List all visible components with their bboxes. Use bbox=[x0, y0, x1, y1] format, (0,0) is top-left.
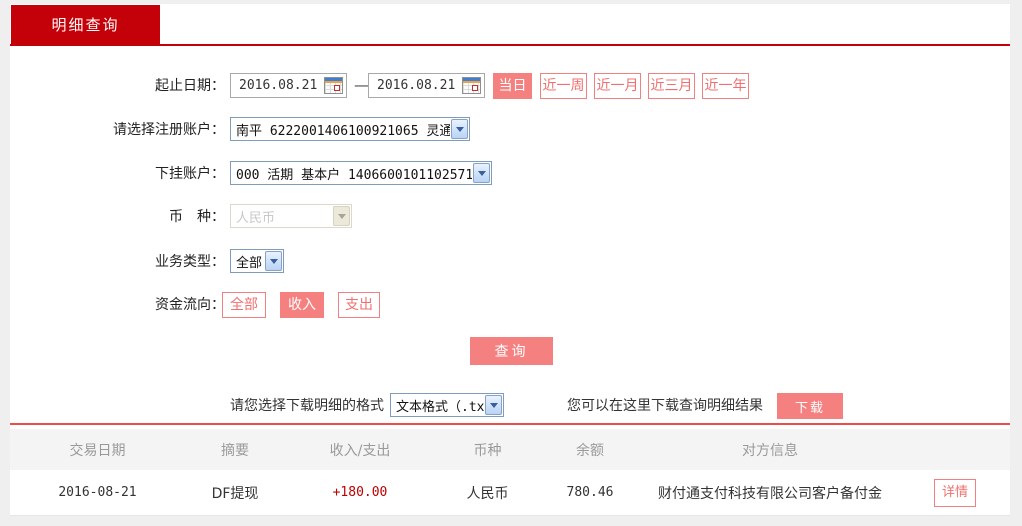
table-row: 2016-08-21 DF提现 +180.00 人民币 780.46 财付通支付… bbox=[10, 470, 1010, 516]
range-button-last-year[interactable]: 近一年 bbox=[702, 73, 749, 99]
cell-currency: 人民币 bbox=[435, 483, 540, 503]
download-button[interactable]: 下载 bbox=[777, 393, 843, 419]
currency-value: 人民币 bbox=[231, 207, 332, 226]
date-range-label: 起止日期： bbox=[10, 73, 225, 99]
chevron-down-icon bbox=[265, 251, 282, 271]
business-type-label: 业务类型： bbox=[10, 249, 225, 275]
sub-account-value: 000 活期 基本户 1406600101102571848 bbox=[231, 164, 472, 183]
currency-select: 人民币 bbox=[230, 204, 352, 228]
cell-summary: DF提现 bbox=[185, 483, 285, 503]
date-to-field[interactable] bbox=[368, 73, 485, 98]
date-separator: — bbox=[354, 73, 369, 99]
download-format-value: 文本格式（.txt） bbox=[391, 396, 484, 415]
download-format-label: 请您选择下载明细的格式 bbox=[10, 393, 384, 419]
header-income-expense: 收入/支出 bbox=[285, 440, 435, 460]
calendar-icon[interactable] bbox=[324, 77, 343, 94]
cell-amount: +180.00 bbox=[285, 485, 435, 500]
business-type-value: 全部 bbox=[231, 252, 264, 271]
cell-balance: 780.46 bbox=[540, 485, 640, 500]
table-header: 交易日期 摘要 收入/支出 币种 余额 对方信息 bbox=[10, 429, 1010, 470]
chevron-down-icon bbox=[485, 395, 502, 415]
detail-query-panel: 明细查询 起止日期： — 当日 近一周 近一月 近三月 近一年 请选择注册账户：… bbox=[10, 4, 1010, 516]
range-button-last-week[interactable]: 近一周 bbox=[540, 73, 587, 99]
date-to-input[interactable] bbox=[377, 75, 455, 96]
query-button[interactable]: 查询 bbox=[470, 337, 553, 365]
calendar-icon[interactable] bbox=[462, 77, 481, 94]
date-from-field[interactable] bbox=[230, 73, 347, 98]
fund-flow-label: 资金流向： bbox=[10, 292, 225, 318]
range-button-3-months[interactable]: 近三月 bbox=[648, 73, 695, 99]
download-format-select[interactable]: 文本格式（.txt） bbox=[390, 393, 504, 417]
sub-account-select[interactable]: 000 活期 基本户 1406600101102571848 bbox=[230, 161, 492, 185]
header-balance: 余额 bbox=[540, 440, 640, 460]
registered-account-select[interactable]: 南平 6222001406100921065 灵通卡 bbox=[230, 117, 470, 141]
header-summary: 摘要 bbox=[185, 440, 285, 460]
detail-button[interactable]: 详情 bbox=[934, 479, 976, 507]
header-currency: 币种 bbox=[435, 440, 540, 460]
cell-trade-date: 2016-08-21 bbox=[10, 485, 185, 500]
cell-counterparty: 财付通支付科技有限公司客户备付金 bbox=[640, 483, 900, 503]
tab-underline bbox=[10, 44, 1010, 46]
range-button-last-month[interactable]: 近一月 bbox=[594, 73, 641, 99]
business-type-select[interactable]: 全部 bbox=[230, 249, 284, 273]
flow-button-income[interactable]: 收入 bbox=[280, 292, 324, 318]
chevron-down-icon bbox=[333, 206, 350, 226]
flow-button-all[interactable]: 全部 bbox=[222, 292, 266, 318]
range-button-today[interactable]: 当日 bbox=[493, 73, 532, 99]
table-top-line bbox=[10, 423, 1010, 425]
tab-detail-query[interactable]: 明细查询 bbox=[11, 5, 160, 44]
flow-button-expense[interactable]: 支出 bbox=[338, 292, 380, 318]
chevron-down-icon bbox=[473, 163, 490, 183]
currency-label: 币 种： bbox=[10, 204, 225, 230]
chevron-down-icon bbox=[451, 119, 468, 139]
registered-account-value: 南平 6222001406100921065 灵通卡 bbox=[231, 120, 450, 139]
header-trade-date: 交易日期 bbox=[10, 440, 185, 460]
date-from-input[interactable] bbox=[239, 75, 317, 96]
header-counterparty: 对方信息 bbox=[640, 440, 900, 460]
registered-account-label: 请选择注册账户： bbox=[10, 117, 225, 143]
download-hint: 您可以在这里下载查询明细结果 bbox=[567, 393, 763, 419]
sub-account-label: 下挂账户： bbox=[10, 161, 225, 187]
